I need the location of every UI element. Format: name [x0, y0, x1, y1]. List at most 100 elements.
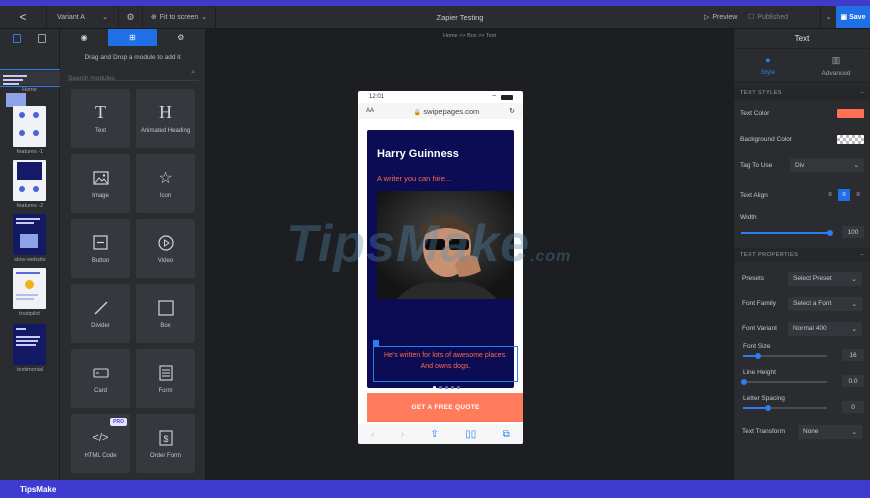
back-button[interactable]: <: [0, 6, 46, 28]
variant-label: Variant A: [57, 13, 85, 21]
page-label: features -1: [16, 149, 44, 155]
tab-advanced[interactable]: ▥ Advanced: [802, 49, 870, 82]
grid-icon: ⊞: [129, 33, 136, 42]
module-animated-heading[interactable]: H Animated Heading: [136, 89, 195, 148]
text-color-swatch[interactable]: [837, 108, 864, 118]
carousel-dots[interactable]: [433, 386, 460, 389]
line-height-input[interactable]: 0.0: [842, 375, 864, 387]
animated-heading-icon: H: [159, 102, 172, 122]
url-text: 🔒 swipepages.com: [413, 106, 480, 116]
gear-icon: ⚙: [126, 11, 135, 22]
text-size-icon: AA: [366, 108, 375, 114]
tag-select[interactable]: Div ⌄: [790, 158, 864, 172]
panel-title: Text: [734, 29, 870, 49]
modules-hint: Drag and Drop a module to add it: [84, 54, 181, 61]
module-image[interactable]: Image: [71, 154, 130, 213]
gear-icon: ⚙: [177, 33, 185, 42]
section-text-properties[interactable]: TEXT PROPERTIES –: [734, 248, 870, 262]
letter-spacing-slider[interactable]: [743, 405, 827, 411]
font-family-select[interactable]: Select a Font ⌄: [788, 296, 862, 311]
zoom-label: Fit to screen: [159, 13, 199, 21]
text-transform-select[interactable]: None ⌄: [798, 424, 862, 439]
breadcrumb: Home >> Box >> Text: [442, 33, 497, 39]
settings-button[interactable]: ⚙: [118, 6, 142, 28]
page-label: trustpilot: [19, 311, 40, 317]
mobile-view-icon[interactable]: [38, 33, 47, 43]
presets-row: Presets Select Preset ⌄: [734, 266, 870, 291]
module-label: Icon: [159, 192, 172, 199]
page-thumb-trustpilot[interactable]: [13, 268, 46, 309]
tab-visibility[interactable]: ◉: [60, 29, 108, 46]
published-label: Published: [757, 13, 789, 21]
page-thumb-features-1[interactable]: [13, 106, 46, 147]
tab-modules[interactable]: ⊞: [108, 29, 157, 46]
page-thumb-features-2[interactable]: [13, 160, 46, 201]
pro-badge: PRO: [110, 418, 127, 426]
browser-forward-icon: ›: [400, 428, 405, 440]
letter-spacing-input[interactable]: 0: [842, 401, 864, 413]
chevron-down-icon: ⌄: [102, 14, 108, 21]
presets-select[interactable]: Select Preset ⌄: [788, 271, 862, 286]
lock-icon: 🔒: [413, 109, 422, 116]
module-form[interactable]: Form: [136, 349, 195, 408]
align-center-icon[interactable]: ≡: [838, 189, 850, 201]
quote-button[interactable]: GET A FREE QUOTE: [367, 393, 523, 422]
back-icon: <: [19, 10, 27, 24]
font-size-slider[interactable]: [743, 353, 827, 359]
module-card[interactable]: Card: [71, 349, 130, 408]
tab-style[interactable]: ● Style: [734, 49, 802, 82]
module-divider[interactable]: Divider: [71, 284, 130, 343]
hero-name[interactable]: Harry Guinness: [377, 148, 459, 160]
tab-settings[interactable]: ⚙: [157, 29, 205, 46]
published-icon: ☐: [748, 14, 755, 21]
save-button[interactable]: ▣ Save: [836, 6, 870, 28]
brand-footer: TipsMake: [0, 480, 870, 498]
play-icon: [157, 234, 174, 252]
width-slider[interactable]: [741, 230, 833, 236]
module-box[interactable]: Box: [136, 284, 195, 343]
font-variant-select[interactable]: Normal 400 ⌄: [788, 321, 862, 336]
bg-color-swatch[interactable]: [837, 134, 864, 144]
eye-icon: ◉: [80, 33, 88, 42]
collapse-icon: –: [860, 252, 864, 258]
zoom-select[interactable]: ⊕ Fit to screen ⌄: [142, 6, 216, 28]
divider-icon: [93, 299, 109, 317]
module-icon[interactable]: ☆ Icon: [136, 154, 195, 213]
module-order-form[interactable]: $ Order Form: [136, 414, 195, 473]
align-left-icon[interactable]: ≡: [824, 189, 836, 201]
module-html-code[interactable]: PRO </> HTML Code: [71, 414, 130, 473]
selected-text-block[interactable]: He's written for lots of awesome places.…: [373, 346, 518, 382]
publish-options-dropdown[interactable]: ⌄: [820, 6, 836, 28]
search-input[interactable]: [66, 72, 199, 85]
modules-search: ⌕: [66, 67, 199, 85]
desktop-view-icon[interactable]: [12, 33, 21, 43]
save-icon: ▣: [840, 14, 848, 21]
wifi-icon: ⌔: [491, 95, 497, 101]
hero-tagline[interactable]: A writer you can hire...: [377, 174, 451, 183]
preview-button[interactable]: ▷ Preview: [704, 13, 748, 22]
width-input[interactable]: 100: [842, 226, 864, 238]
editor-canvas[interactable]: Home >> Box >> Text 12:01 ⌔ AA 🔒 swipepa…: [206, 29, 733, 480]
font-size-input[interactable]: 16: [842, 349, 864, 361]
section-text-styles[interactable]: TEXT STYLES –: [734, 86, 870, 100]
letter-spacing-row: Letter Spacing 0: [734, 393, 870, 417]
published-button[interactable]: ☐ Published: [748, 13, 820, 22]
module-label: Order Form: [149, 452, 181, 459]
text-align-buttons: ≡ ≡ ≡: [824, 189, 864, 201]
align-right-icon[interactable]: ≡: [852, 189, 864, 201]
page-thumb-slow-website[interactable]: [13, 214, 46, 255]
line-height-slider[interactable]: [741, 379, 827, 385]
module-text[interactable]: T Text: [71, 89, 130, 148]
collapse-icon: –: [860, 90, 864, 96]
module-button[interactable]: Button: [71, 219, 130, 278]
module-video[interactable]: Video: [136, 219, 195, 278]
text-color-row: Text Color: [734, 100, 870, 126]
text-transform-row: Text Transform None ⌄: [734, 419, 870, 444]
share-icon: ⇪: [430, 428, 439, 440]
line-height-row: Line Height 0.0: [734, 367, 870, 391]
variant-select[interactable]: Variant A ⌄: [46, 6, 118, 28]
image-icon: [92, 169, 109, 187]
chevron-down-icon: ⌄: [201, 14, 208, 21]
page-thumb-testimonial[interactable]: [13, 324, 46, 365]
save-label: Save: [849, 13, 866, 21]
